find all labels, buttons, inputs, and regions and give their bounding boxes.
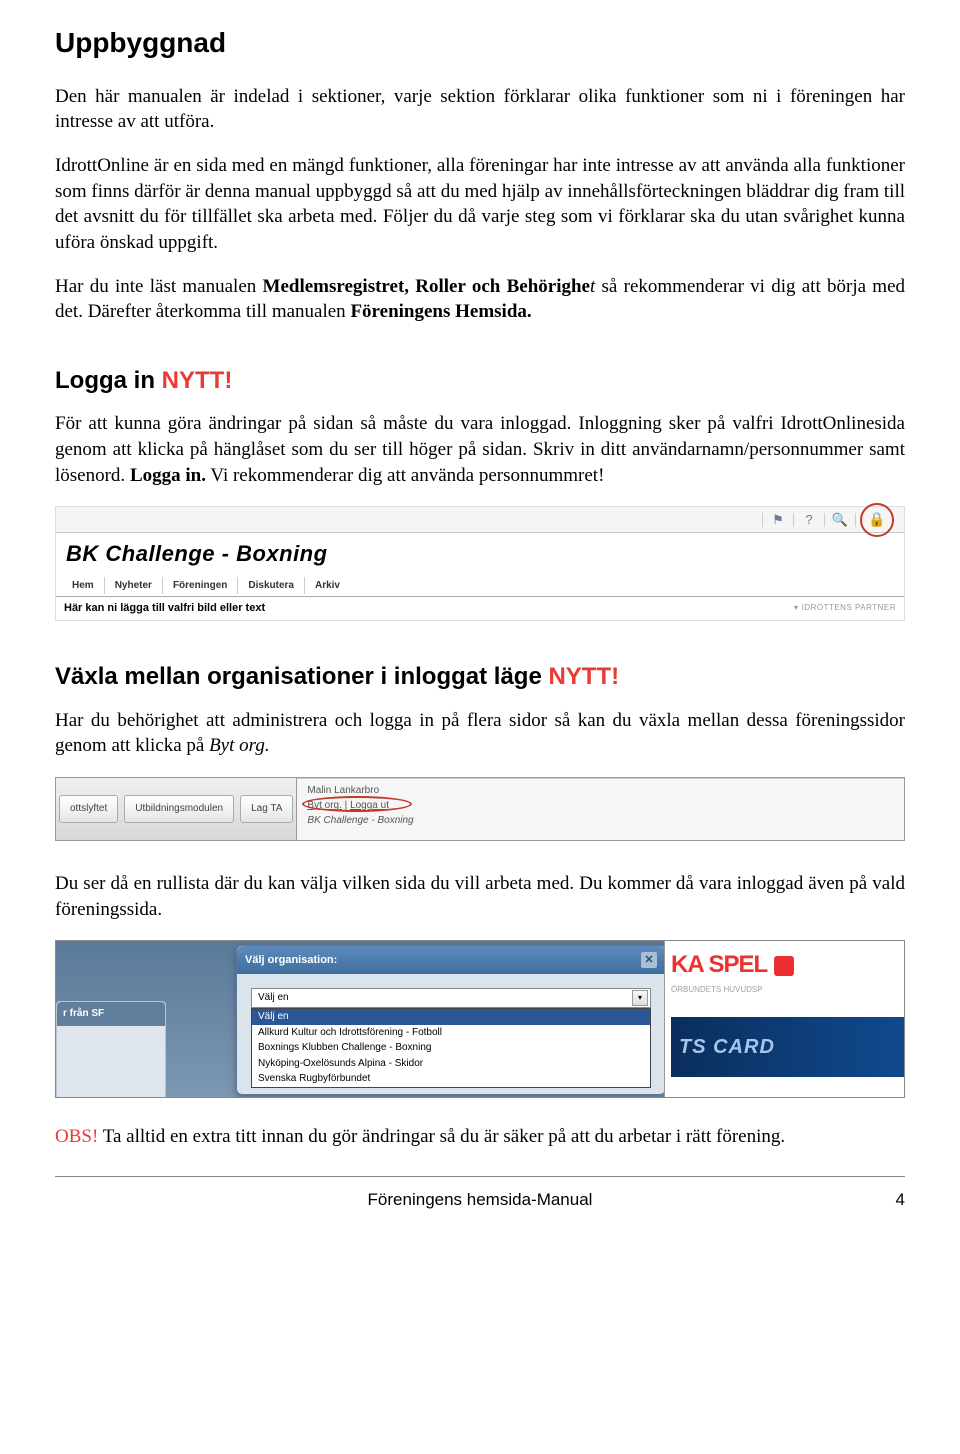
para: OBS! Ta alltid en extra titt innan du gö… [55,1124,905,1150]
search-icon[interactable]: 🔍 [831,511,849,529]
sports-card-banner: TS CARD [671,1017,904,1077]
heading-logga-in: Logga in NYTT! [55,365,905,397]
text-italic: Byt org. [209,735,270,756]
text-bold: Logga in. [130,465,206,486]
nav-item[interactable]: Diskutera [238,577,305,595]
nav-item[interactable]: Hem [62,577,105,595]
footer-title: Föreningens hemsida-Manual [85,1189,875,1212]
heading-nytt-badge: NYTT! [548,663,619,690]
dialog-title: Välj organisation: [245,953,337,968]
dialog-title-bar: Välj organisation: ✕ [237,946,665,974]
divider [824,513,825,527]
user-name: Malin Lankarbro [307,783,894,798]
heading-vaxla-org: Växla mellan organisationer i inloggat l… [55,661,905,693]
partner-column: KA SPEL ÖRBUNDETS HUVUDSP TS CARD [664,941,904,1097]
help-icon[interactable]: ? [800,511,818,529]
heading-uppbyggnad: Uppbyggnad [55,24,905,62]
sitemap-icon[interactable]: ⚑ [769,511,787,529]
chevron-down-icon: ▾ [794,603,799,614]
org-select[interactable]: Välj en ▾ [251,988,651,1008]
screenshot-byt-org: ottslyftet Utbildningsmodulen Lag TA Mal… [55,777,905,841]
heading-text: Växla mellan organisationer i inloggat l… [55,663,548,690]
para: För att kunna göra ändringar på sidan så… [55,411,905,488]
select-option[interactable]: Svenska Rugbyförbundet [252,1071,650,1087]
tab-item[interactable]: Lag TA [240,795,293,823]
para: Du ser då en rullista där du kan välja v… [55,871,905,922]
close-button[interactable]: ✕ [641,952,657,968]
text: Har du behörighet att administrera och l… [55,710,905,757]
user-info-panel: Malin Lankarbro Byt org. | Logga ut BK C… [297,778,904,840]
subheader: Här kan ni lägga till valfri bild eller … [56,597,904,620]
tab-item[interactable]: ottslyftet [59,795,118,823]
side-panel-header: r från SF [57,1002,165,1026]
partner-subtitle: ÖRBUNDETS HUVUDSP [671,985,904,996]
divider [793,513,794,527]
partner-label: ▾ IDROTTENS PARTNER [794,603,896,614]
side-panel: r från SF [56,1001,166,1098]
logo-text: KA SPEL [671,951,767,978]
select-option[interactable]: Nyköping-Oxelösunds Alpina - Skidor [252,1056,650,1072]
card-text: TS CARD [679,1034,775,1061]
select-option[interactable]: Allkurd Kultur och Idrottsförening - Fot… [252,1025,650,1041]
dice-icon [774,956,794,976]
text-bold: Föreningens Hemsida. [350,301,531,322]
subheader-text: Här kan ni lägga till valfri bild eller … [64,601,265,616]
svenska-spel-logo: KA SPEL [671,949,904,981]
heading-text: Logga in [55,367,162,394]
dialog-valj-organisation: Välj organisation: ✕ Välj en ▾ Välj en A… [236,945,666,1095]
login-lock-button[interactable]: 🔒 [862,505,892,535]
toolbar: ⚑ ? 🔍 🔒 [56,507,904,533]
tab-item[interactable]: Utbildningsmodulen [124,795,234,823]
main-nav: Hem Nyheter Föreningen Diskutera Arkiv [56,573,904,598]
lock-icon: 🔒 [868,510,885,529]
org-select-options: Välj en Allkurd Kultur och Idrottsföreni… [251,1008,651,1088]
heading-nytt-badge: NYTT! [162,367,233,394]
nav-item[interactable]: Arkiv [305,577,350,595]
tab-bar: ottslyftet Utbildningsmodulen Lag TA [56,778,297,840]
context-text: BK Challenge - Boxning [307,815,413,826]
para: Har du inte läst manualen Medlemsregistr… [55,274,905,325]
select-option[interactable]: Boxnings Klubben Challenge - Boxning [252,1040,650,1056]
para: Har du behörighet att administrera och l… [55,708,905,759]
footer: Föreningens hemsida-Manual 4 [55,1189,905,1212]
screenshot-valj-organisation: r från SF Välj organisation: ✕ Välj en ▾… [55,940,905,1098]
highlight-ellipse [302,796,412,812]
text-bold: Medlemsregistret, Roller och Behörighe [263,276,590,297]
para: IdrottOnline är en sida med en mängd fun… [55,153,905,256]
chevron-down-icon: ▾ [632,990,648,1006]
footer-page-number: 4 [875,1189,905,1212]
footer-rule [55,1176,905,1177]
nav-item[interactable]: Föreningen [163,577,238,595]
select-value: Välj en [258,991,289,1005]
partner-text: IDROTTENS PARTNER [802,603,896,614]
para: Den här manualen är indelad i sektioner,… [55,84,905,135]
divider [855,513,856,527]
divider [762,513,763,527]
select-option[interactable]: Välj en [252,1009,650,1025]
obs-label: OBS! [55,1126,98,1147]
text: Har du inte läst manualen [55,276,263,297]
nav-item[interactable]: Nyheter [105,577,163,595]
site-title: BK Challenge - Boxning [56,533,904,573]
text: Vi rekommenderar dig att använda personn… [206,465,604,486]
text: Ta alltid en extra titt innan du gör änd… [98,1126,785,1147]
screenshot-bk-challenge-header: ⚑ ? 🔍 🔒 BK Challenge - Boxning Hem Nyhet… [55,506,905,621]
